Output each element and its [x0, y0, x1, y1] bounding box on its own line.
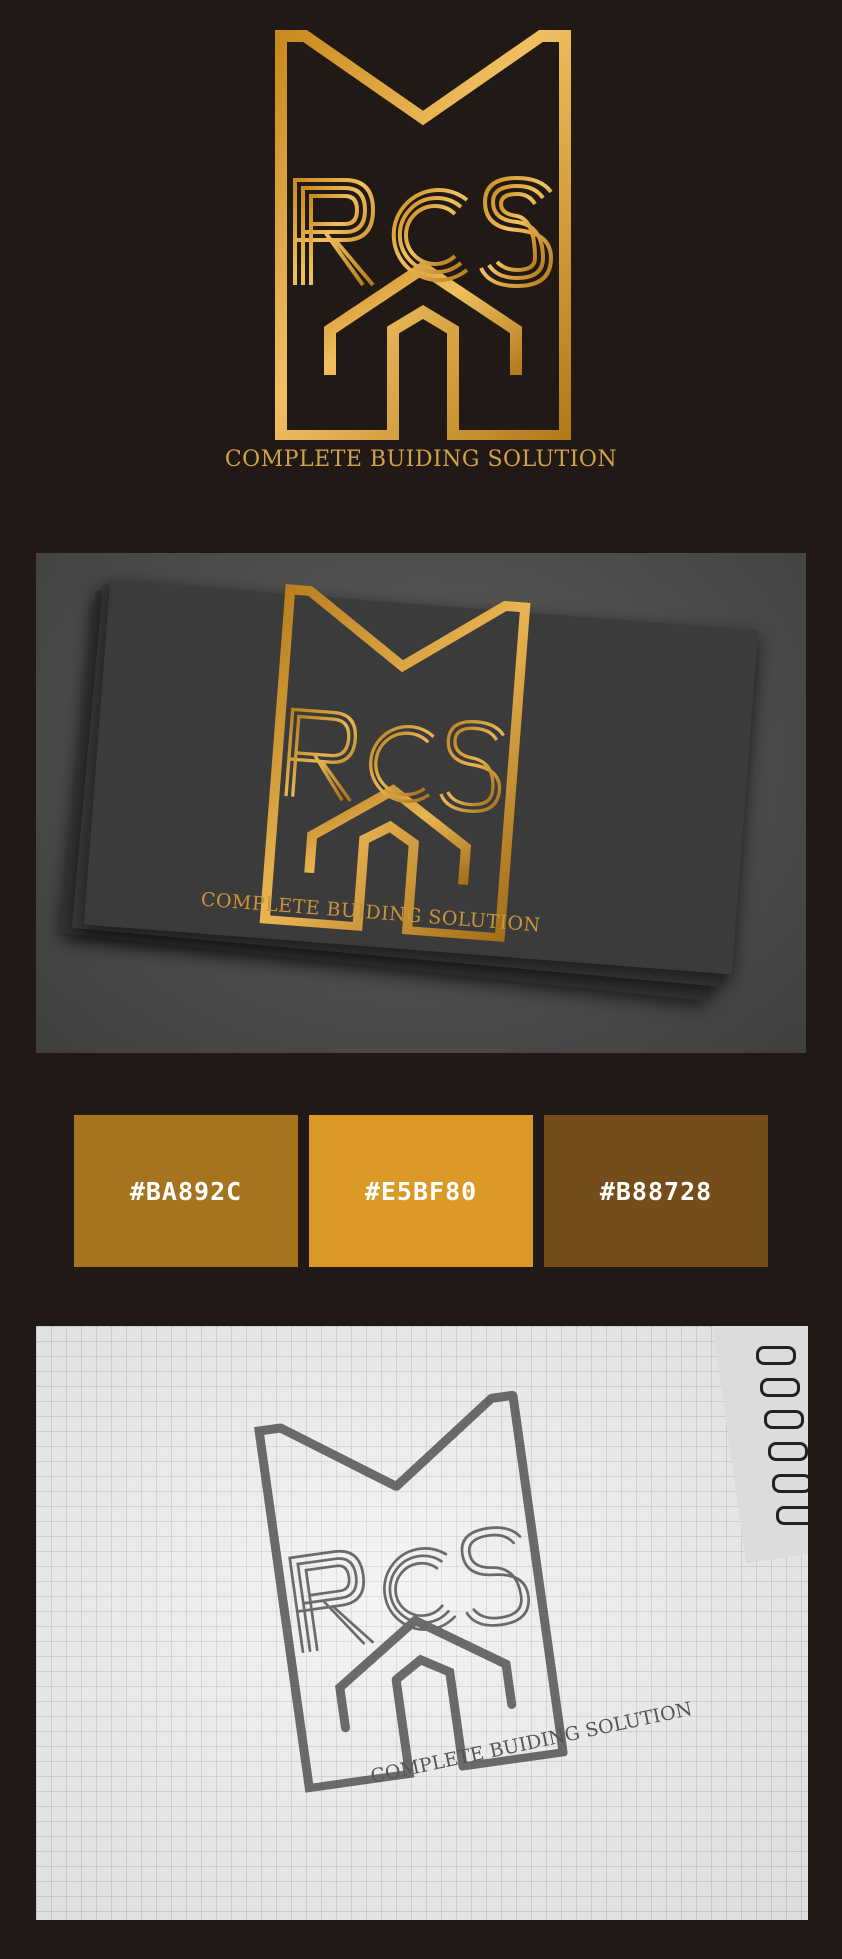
color-swatch: #E5BF80 — [309, 1115, 533, 1267]
rcs-logo-mark — [275, 30, 571, 440]
logo-tagline: COMPLETE BUIDING SOLUTION — [224, 447, 618, 472]
color-palette: #BA892C #E5BF80 #B88728 — [0, 1115, 842, 1267]
card-rcs-logo — [259, 584, 531, 944]
color-swatch: #B88728 — [544, 1115, 768, 1267]
color-swatch: #BA892C — [74, 1115, 298, 1267]
swatch-hex-label: #E5BF80 — [364, 1176, 478, 1206]
business-card-front: COMPLETE BUIDING SOLUTION — [83, 580, 759, 975]
swatch-hex-label: #B88728 — [599, 1176, 713, 1206]
business-card-mockup: COMPLETE BUIDING SOLUTION — [36, 553, 806, 1053]
spiral-binding-icon — [738, 1326, 808, 1546]
hero-logo-section: COMPLETE BUIDING SOLUTION — [0, 0, 842, 540]
sketch-notebook-mockup: COMPLETE BUIDING SOLUTION — [36, 1326, 808, 1920]
swatch-hex-label: #BA892C — [129, 1176, 243, 1206]
